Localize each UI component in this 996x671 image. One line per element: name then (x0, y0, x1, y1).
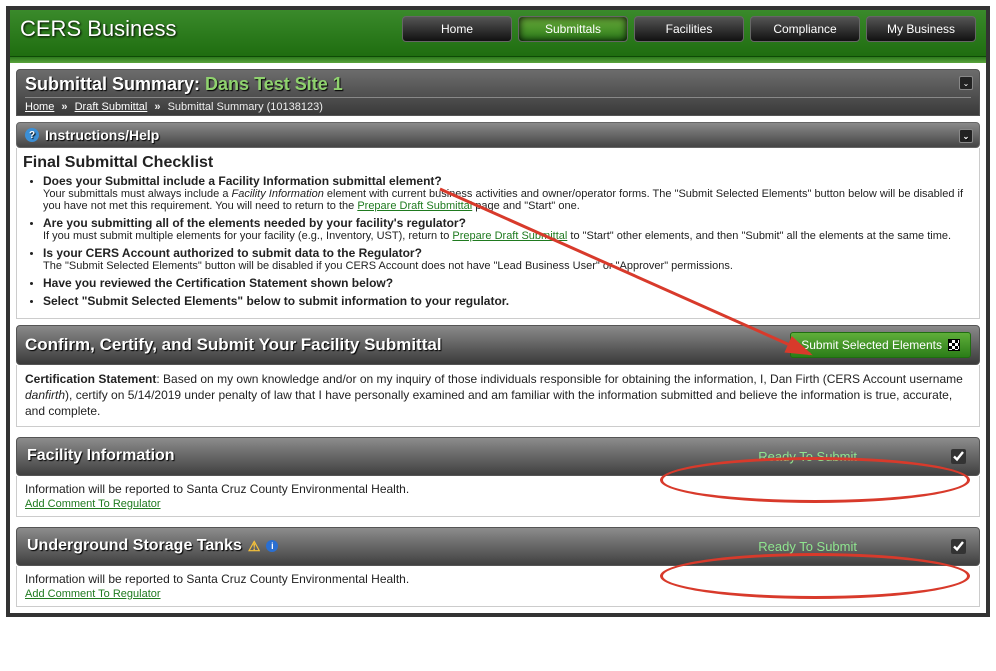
top-navbar: CERS Business Home Submittals Facilities… (10, 10, 986, 57)
element-status: Ready To Submit (758, 449, 857, 464)
checklist-lead: Is your CERS Account authorized to submi… (43, 246, 973, 260)
nav-facilities[interactable]: Facilities (634, 16, 744, 42)
element-facility-info: Facility Information Ready To Submit (16, 437, 980, 476)
page-title-site: Dans Test Site 1 (205, 74, 343, 94)
nav-buttons: Home Submittals Facilities Compliance My… (402, 16, 976, 42)
checklist-item: Are you submitting all of the elements n… (43, 216, 973, 242)
breadcrumb-draft[interactable]: Draft Submittal (75, 101, 148, 113)
nav-home[interactable]: Home (402, 16, 512, 42)
element-status: Ready To Submit (758, 539, 857, 554)
checklist-item: Have you reviewed the Certification Stat… (43, 276, 973, 290)
checklist-heading: Final Submittal Checklist (23, 154, 973, 172)
brand-title: CERS Business (20, 16, 177, 42)
checklist-body: Your submittals must always include a Fa… (43, 188, 963, 212)
confirm-header: Confirm, Certify, and Submit Your Facili… (16, 325, 980, 365)
element-title: Underground Storage Tanks (27, 537, 242, 555)
nav-submittals[interactable]: Submittals (518, 16, 628, 42)
instructions-body: Final Submittal Checklist Does your Subm… (16, 148, 980, 319)
breadcrumb: Home » Draft Submittal » Submittal Summa… (25, 97, 971, 113)
prepare-draft-link[interactable]: Prepare Draft Submittal (452, 230, 567, 242)
instructions-header[interactable]: ? Instructions/Help ⌄ (16, 122, 980, 148)
instructions-label: Instructions/Help (45, 127, 159, 143)
page-title-label: Submittal Summary: (25, 74, 205, 94)
element-title: Facility Information (27, 447, 175, 465)
certification-body: Certification Statement: Based on my own… (16, 365, 980, 427)
certification-label: Certification Statement (25, 372, 156, 386)
submit-button-label: Submit Selected Elements (801, 338, 942, 352)
checklist-item: Is your CERS Account authorized to submi… (43, 246, 973, 272)
divider-strip (10, 57, 986, 63)
add-comment-link[interactable]: Add Comment To Regulator (25, 588, 161, 600)
element-info: Information will be reported to Santa Cr… (25, 572, 971, 586)
certification-username: danfirth (25, 388, 65, 402)
checklist-item: Select "Submit Selected Elements" below … (43, 294, 973, 308)
checklist-lead: Have you reviewed the Certification Stat… (43, 276, 973, 290)
instructions-collapse-icon[interactable]: ⌄ (959, 129, 973, 143)
element-body: Information will be reported to Santa Cr… (16, 566, 980, 607)
checklist-lead: Are you submitting all of the elements n… (43, 216, 973, 230)
help-icon: ? (25, 128, 39, 142)
checkered-flag-icon (948, 339, 960, 351)
nav-compliance[interactable]: Compliance (750, 16, 860, 42)
prepare-draft-link[interactable]: Prepare Draft Submittal (357, 200, 472, 212)
checklist-body: The "Submit Selected Elements" button wi… (43, 260, 733, 272)
add-comment-link[interactable]: Add Comment To Regulator (25, 498, 161, 510)
checklist-item: Does your Submittal include a Facility I… (43, 174, 973, 212)
nav-mybusiness[interactable]: My Business (866, 16, 976, 42)
element-checkbox[interactable] (951, 449, 966, 464)
checklist-body: If you must submit multiple elements for… (43, 230, 951, 242)
warning-icon: ⚠ (248, 538, 261, 555)
submit-selected-button[interactable]: Submit Selected Elements (790, 332, 971, 358)
element-info: Information will be reported to Santa Cr… (25, 482, 971, 496)
breadcrumb-current: Submittal Summary (10138123) (168, 101, 323, 113)
breadcrumb-home[interactable]: Home (25, 101, 54, 113)
info-icon[interactable]: i (266, 540, 278, 552)
confirm-title: Confirm, Certify, and Submit Your Facili… (25, 335, 442, 355)
collapse-icon[interactable]: ⌄ (959, 76, 973, 90)
page-title-bar: Submittal Summary: Dans Test Site 1 Home… (16, 69, 980, 116)
checklist-lead: Does your Submittal include a Facility I… (43, 174, 973, 188)
element-checkbox[interactable] (951, 539, 966, 554)
element-ust: Underground Storage Tanks ⚠ i Ready To S… (16, 527, 980, 566)
element-body: Information will be reported to Santa Cr… (16, 476, 980, 517)
checklist: Does your Submittal include a Facility I… (43, 174, 973, 308)
checklist-lead: Select "Submit Selected Elements" below … (43, 294, 973, 308)
